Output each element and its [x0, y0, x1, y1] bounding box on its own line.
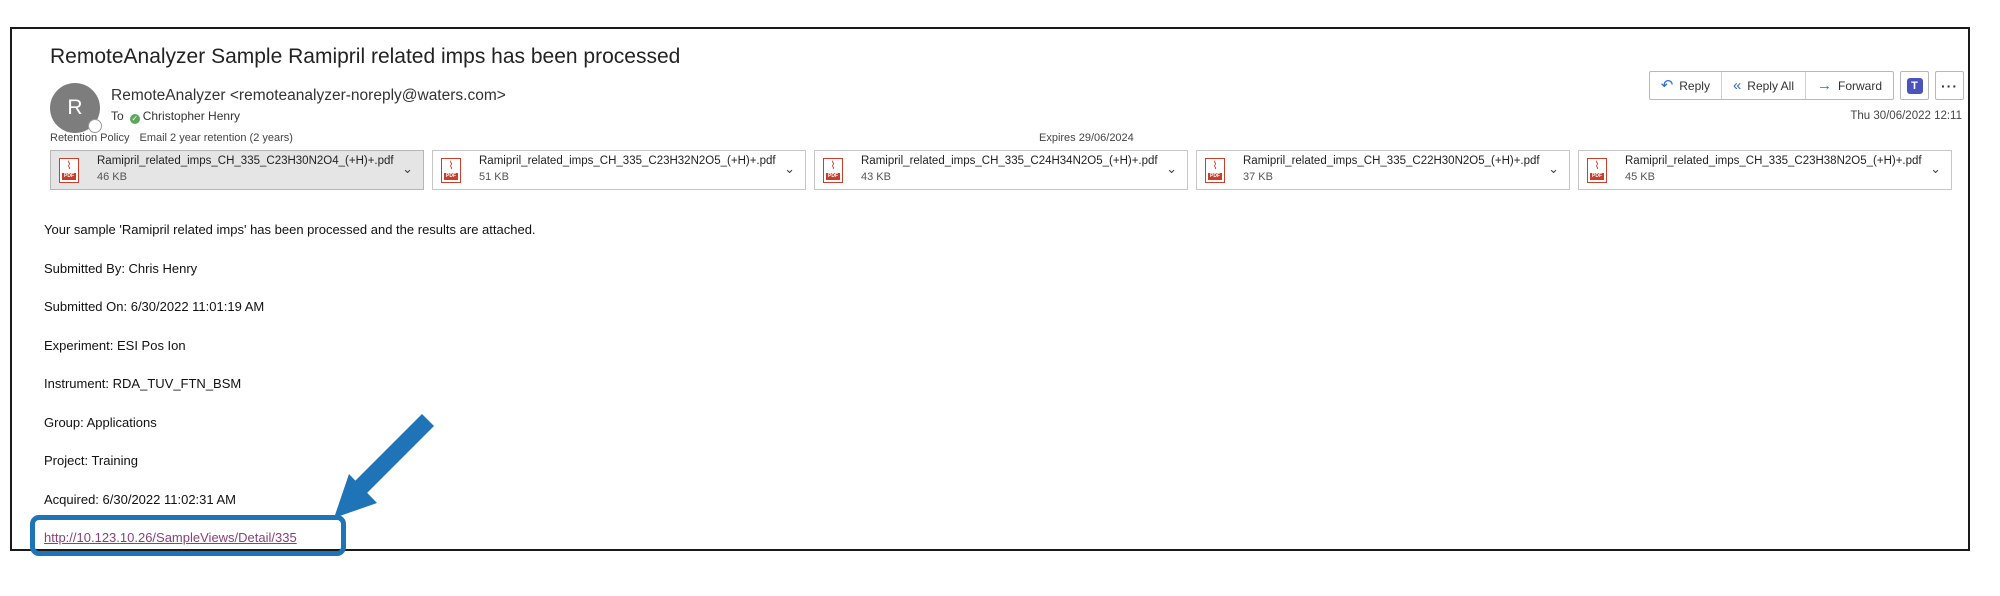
callout-arrow-shaft: [354, 413, 435, 494]
callout-arrow-icon: [334, 413, 435, 518]
